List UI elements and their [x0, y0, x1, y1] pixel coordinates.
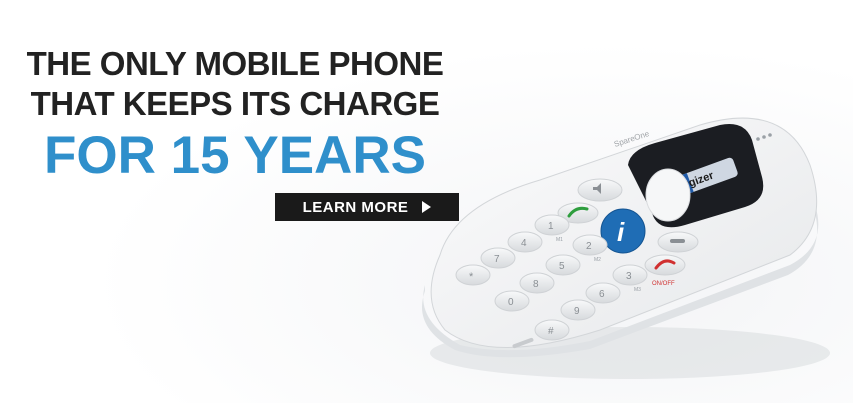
key-2-label: 2: [586, 241, 592, 252]
headline-line-1: THE ONLY MOBILE PHONE: [26, 45, 444, 82]
key-3-label: 3: [626, 271, 632, 282]
key-8-label: 8: [533, 279, 539, 290]
key-hash-label: #: [548, 326, 554, 337]
speaker-dot: [756, 137, 760, 141]
end-key: [644, 254, 686, 276]
key-4-label: 4: [521, 238, 527, 249]
info-key-symbol: i: [617, 217, 625, 247]
key-star-label: *: [469, 271, 474, 283]
speaker-dot: [768, 133, 772, 137]
key-6-label: 6: [599, 289, 605, 300]
speaker-dot: [762, 135, 766, 139]
battery-clip: [645, 168, 691, 222]
key-1-label: 1: [548, 221, 554, 232]
end-key-caption: ON/OFF: [652, 281, 675, 287]
key-0-label: 0: [508, 297, 514, 308]
phone-illustration: ergizer SpareOne i ON/OFF 1 M1 2 M2 3 M3…: [421, 117, 830, 379]
key-1-subtext: M1: [556, 237, 563, 243]
promo-banner: THE ONLY MOBILE PHONE THAT KEEPS ITS CHA…: [0, 0, 853, 403]
learn-more-label: LEARN MORE: [302, 198, 409, 216]
key-2-subtext: M2: [594, 257, 601, 263]
phone-product-image: ergizer SpareOne i ON/OFF 1 M1 2 M2 3 M3…: [400, 95, 853, 403]
key-5-label: 5: [559, 261, 565, 272]
key-9-label: 9: [574, 306, 580, 317]
key-3-subtext: M3: [634, 287, 641, 293]
clear-icon: [670, 239, 685, 243]
key-7-label: 7: [494, 254, 500, 265]
